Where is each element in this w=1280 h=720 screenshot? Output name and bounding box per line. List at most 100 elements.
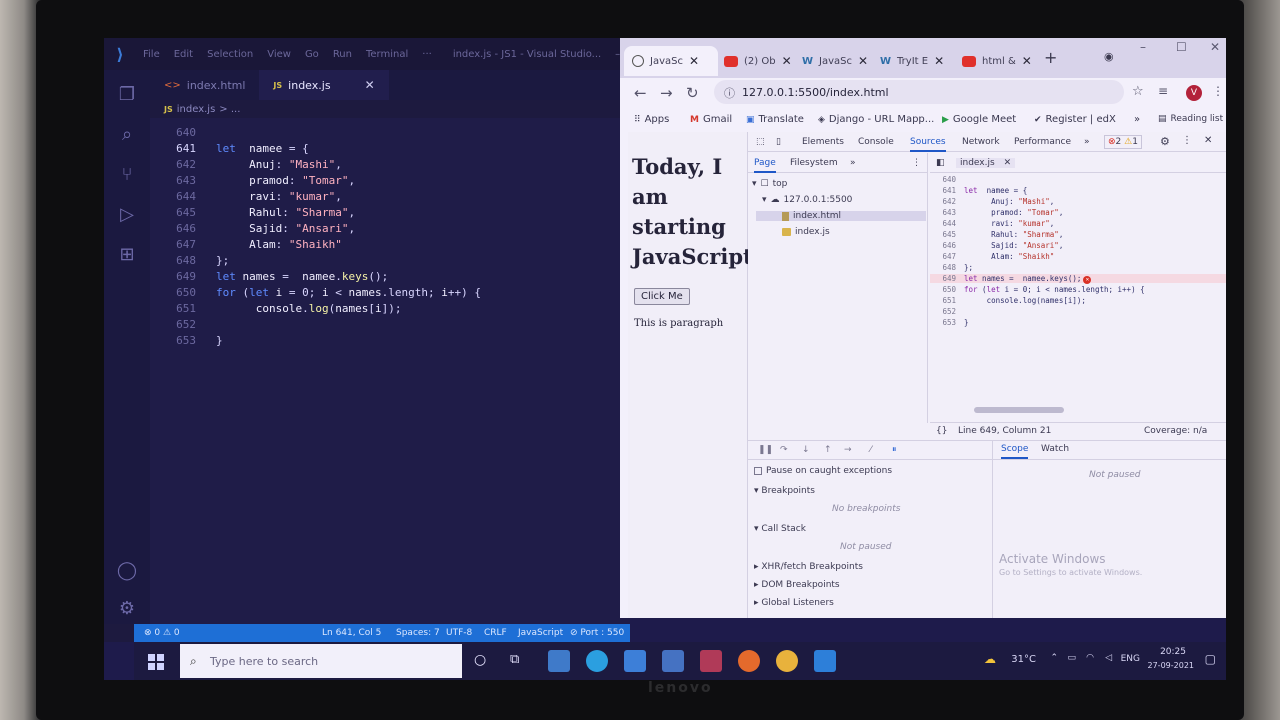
mail-icon[interactable] — [624, 650, 646, 672]
extensions-icon[interactable]: ⊞ — [116, 244, 138, 266]
nav-more[interactable]: » — [850, 158, 856, 168]
volume-icon[interactable]: ◁ — [1105, 653, 1112, 663]
input-language[interactable]: ENG — [1121, 654, 1140, 664]
explorer-icon[interactable]: ❐ — [116, 84, 138, 106]
sources-line[interactable]: 642 Anuj: "Mashi", — [930, 197, 1226, 206]
tab-index-html[interactable]: <> index.html — [150, 70, 259, 100]
line-number[interactable]: 646 — [932, 241, 956, 250]
sources-line[interactable]: 643 pramod: "Tomar", — [930, 208, 1226, 217]
close-tab-icon[interactable]: ✕ — [689, 54, 699, 68]
nav-tab-page[interactable]: Page — [754, 158, 776, 173]
tab-network[interactable]: Network — [962, 137, 1000, 147]
line-number[interactable]: 649 — [932, 274, 956, 283]
inspect-icon[interactable]: ⬚ — [756, 137, 765, 147]
edge-icon[interactable] — [586, 650, 608, 672]
notifications-icon[interactable]: ▢ — [1205, 652, 1216, 666]
tab-sources[interactable]: Sources — [910, 137, 946, 152]
close-tab-icon[interactable]: ✕ — [858, 54, 868, 68]
forward-icon[interactable]: → — [660, 84, 673, 102]
menu-go[interactable]: Go — [298, 49, 326, 60]
code-line[interactable]: 651 console.log(names[i]); — [150, 300, 630, 316]
line-number[interactable]: 643 — [932, 208, 956, 217]
tab-performance[interactable]: Performance — [1014, 137, 1071, 147]
code-line[interactable]: 642 Anuj: "Mashi", — [150, 156, 630, 172]
tree-item-index-html[interactable]: index.html — [756, 211, 926, 221]
checkbox[interactable] — [754, 467, 762, 475]
code-line[interactable]: 650 for (let i = 0; i < names.length; i++… — [150, 284, 630, 300]
cortana-icon[interactable]: ○ — [474, 652, 486, 668]
pause-on-exceptions-icon[interactable]: ⏸ — [892, 445, 897, 455]
chrome-icon[interactable] — [776, 650, 798, 672]
code-line[interactable]: 646 Sajid: "Ansari", — [150, 220, 630, 236]
bookmark-google-meet[interactable]: ▶ Google Meet — [942, 114, 1016, 125]
close-devtools-icon[interactable]: ✕ — [1204, 135, 1212, 146]
pretty-print-icon[interactable]: {} — [936, 426, 947, 436]
section-dom-breakpoints[interactable]: ▸ DOM Breakpoints — [754, 580, 840, 590]
cursor-position[interactable]: Ln 641, Col 5 — [322, 628, 381, 638]
bookmark-django[interactable]: ◈ Django - URL Mapp... — [818, 114, 934, 125]
firefox-icon[interactable] — [738, 650, 760, 672]
task-view-icon[interactable]: ⧉ — [510, 652, 519, 667]
show-hidden-icons[interactable]: ⌃ — [1050, 653, 1058, 663]
code-line[interactable]: 644 ravi: "kumar", — [150, 188, 630, 204]
reading-list[interactable]: ▤ Reading list — [1158, 114, 1223, 124]
reading-mode-icon[interactable]: ≡ — [1158, 84, 1168, 98]
tab-index-js[interactable]: JS index.js ✕ — [259, 70, 389, 100]
menu-run[interactable]: Run — [326, 49, 359, 60]
sources-line[interactable]: 650 for (let i = 0; i < names.length; i++… — [930, 285, 1226, 294]
toggle-navigator-icon[interactable]: ◧ — [936, 158, 945, 168]
media-icon[interactable] — [700, 650, 722, 672]
code-editor[interactable]: 640 641 let namee = {642 Anuj: "Mashi", 643… — [150, 118, 630, 624]
menu-file[interactable]: File — [136, 49, 167, 60]
nav-menu-icon[interactable]: ⋮ — [912, 158, 921, 168]
line-number[interactable]: 648 — [932, 263, 956, 272]
menu-edit[interactable]: Edit — [167, 49, 200, 60]
line-number[interactable]: 647 — [932, 252, 956, 261]
open-file-tab[interactable]: index.js ✕ — [956, 158, 1016, 168]
sources-line[interactable]: 645 Rahul: "Sharma", — [930, 230, 1226, 239]
line-number[interactable]: 641 — [932, 186, 956, 195]
store-icon[interactable] — [662, 650, 684, 672]
bookmarks-overflow[interactable]: » — [1134, 114, 1140, 125]
line-number[interactable]: 650 — [932, 285, 956, 294]
browser-tab-tryit[interactable]: W TryIt E ✕ — [872, 46, 952, 76]
bookmark-edx[interactable]: ✔ Register | edX — [1034, 114, 1116, 125]
run-debug-icon[interactable]: ▷ — [116, 204, 138, 226]
tab-watch[interactable]: Watch — [1041, 444, 1069, 454]
line-number[interactable]: 653 — [932, 318, 956, 327]
code-line[interactable]: 647 Alam: "Shaikh" — [150, 236, 630, 252]
close-tab-icon[interactable]: ✕ — [1022, 54, 1032, 68]
network-icon[interactable]: ▭ — [1067, 653, 1076, 663]
indentation[interactable]: Spaces: 7 — [396, 628, 440, 638]
line-ending[interactable]: CRLF — [484, 628, 507, 638]
section-call-stack[interactable]: ▾ Call Stack — [754, 524, 806, 534]
code-line[interactable]: 645 Rahul: "Sharma", — [150, 204, 630, 220]
line-number[interactable]: 642 — [932, 197, 956, 206]
browser-tab-html[interactable]: html & ✕ — [954, 46, 1040, 76]
address-bar[interactable]: ⓘ 127.0.0.1:5500/index.html — [714, 80, 1124, 104]
menu-selection[interactable]: Selection — [200, 49, 260, 60]
code-line[interactable]: 641 let namee = { — [150, 140, 630, 156]
tab-search-icon[interactable]: ◉ — [1104, 50, 1114, 63]
sources-line[interactable]: 651 console.log(names[i]); — [930, 296, 1226, 305]
weather-temp[interactable]: 31°C — [1011, 654, 1036, 665]
code-line[interactable]: 653} — [150, 332, 630, 348]
close-tab-icon[interactable]: ✕ — [934, 54, 944, 68]
section-xhr-breakpoints[interactable]: ▸ XHR/fetch Breakpoints — [754, 562, 863, 572]
devtools-menu-icon[interactable]: ⋮ — [1182, 135, 1192, 146]
profile-avatar[interactable]: V — [1186, 85, 1202, 101]
step-out-icon[interactable]: ↑ — [824, 445, 832, 455]
tree-item-top[interactable]: ▾ ☐ top — [752, 179, 787, 189]
click-me-button[interactable]: Click Me — [634, 288, 690, 305]
source-control-icon[interactable]: ⑂ — [116, 164, 138, 186]
horizontal-scrollbar[interactable] — [974, 407, 1064, 413]
back-icon[interactable]: ← — [634, 84, 647, 102]
tab-elements[interactable]: Elements — [802, 137, 844, 147]
sources-line[interactable]: 648}; — [930, 263, 1226, 272]
line-number[interactable]: 652 — [932, 307, 956, 316]
code-line[interactable]: 652 — [150, 316, 630, 332]
tab-console[interactable]: Console — [858, 137, 894, 147]
reload-icon[interactable]: ↻ — [686, 84, 699, 102]
browser-tab-youtube[interactable]: (2) Ob ✕ — [716, 46, 800, 76]
code-line[interactable]: 640 — [150, 124, 630, 140]
